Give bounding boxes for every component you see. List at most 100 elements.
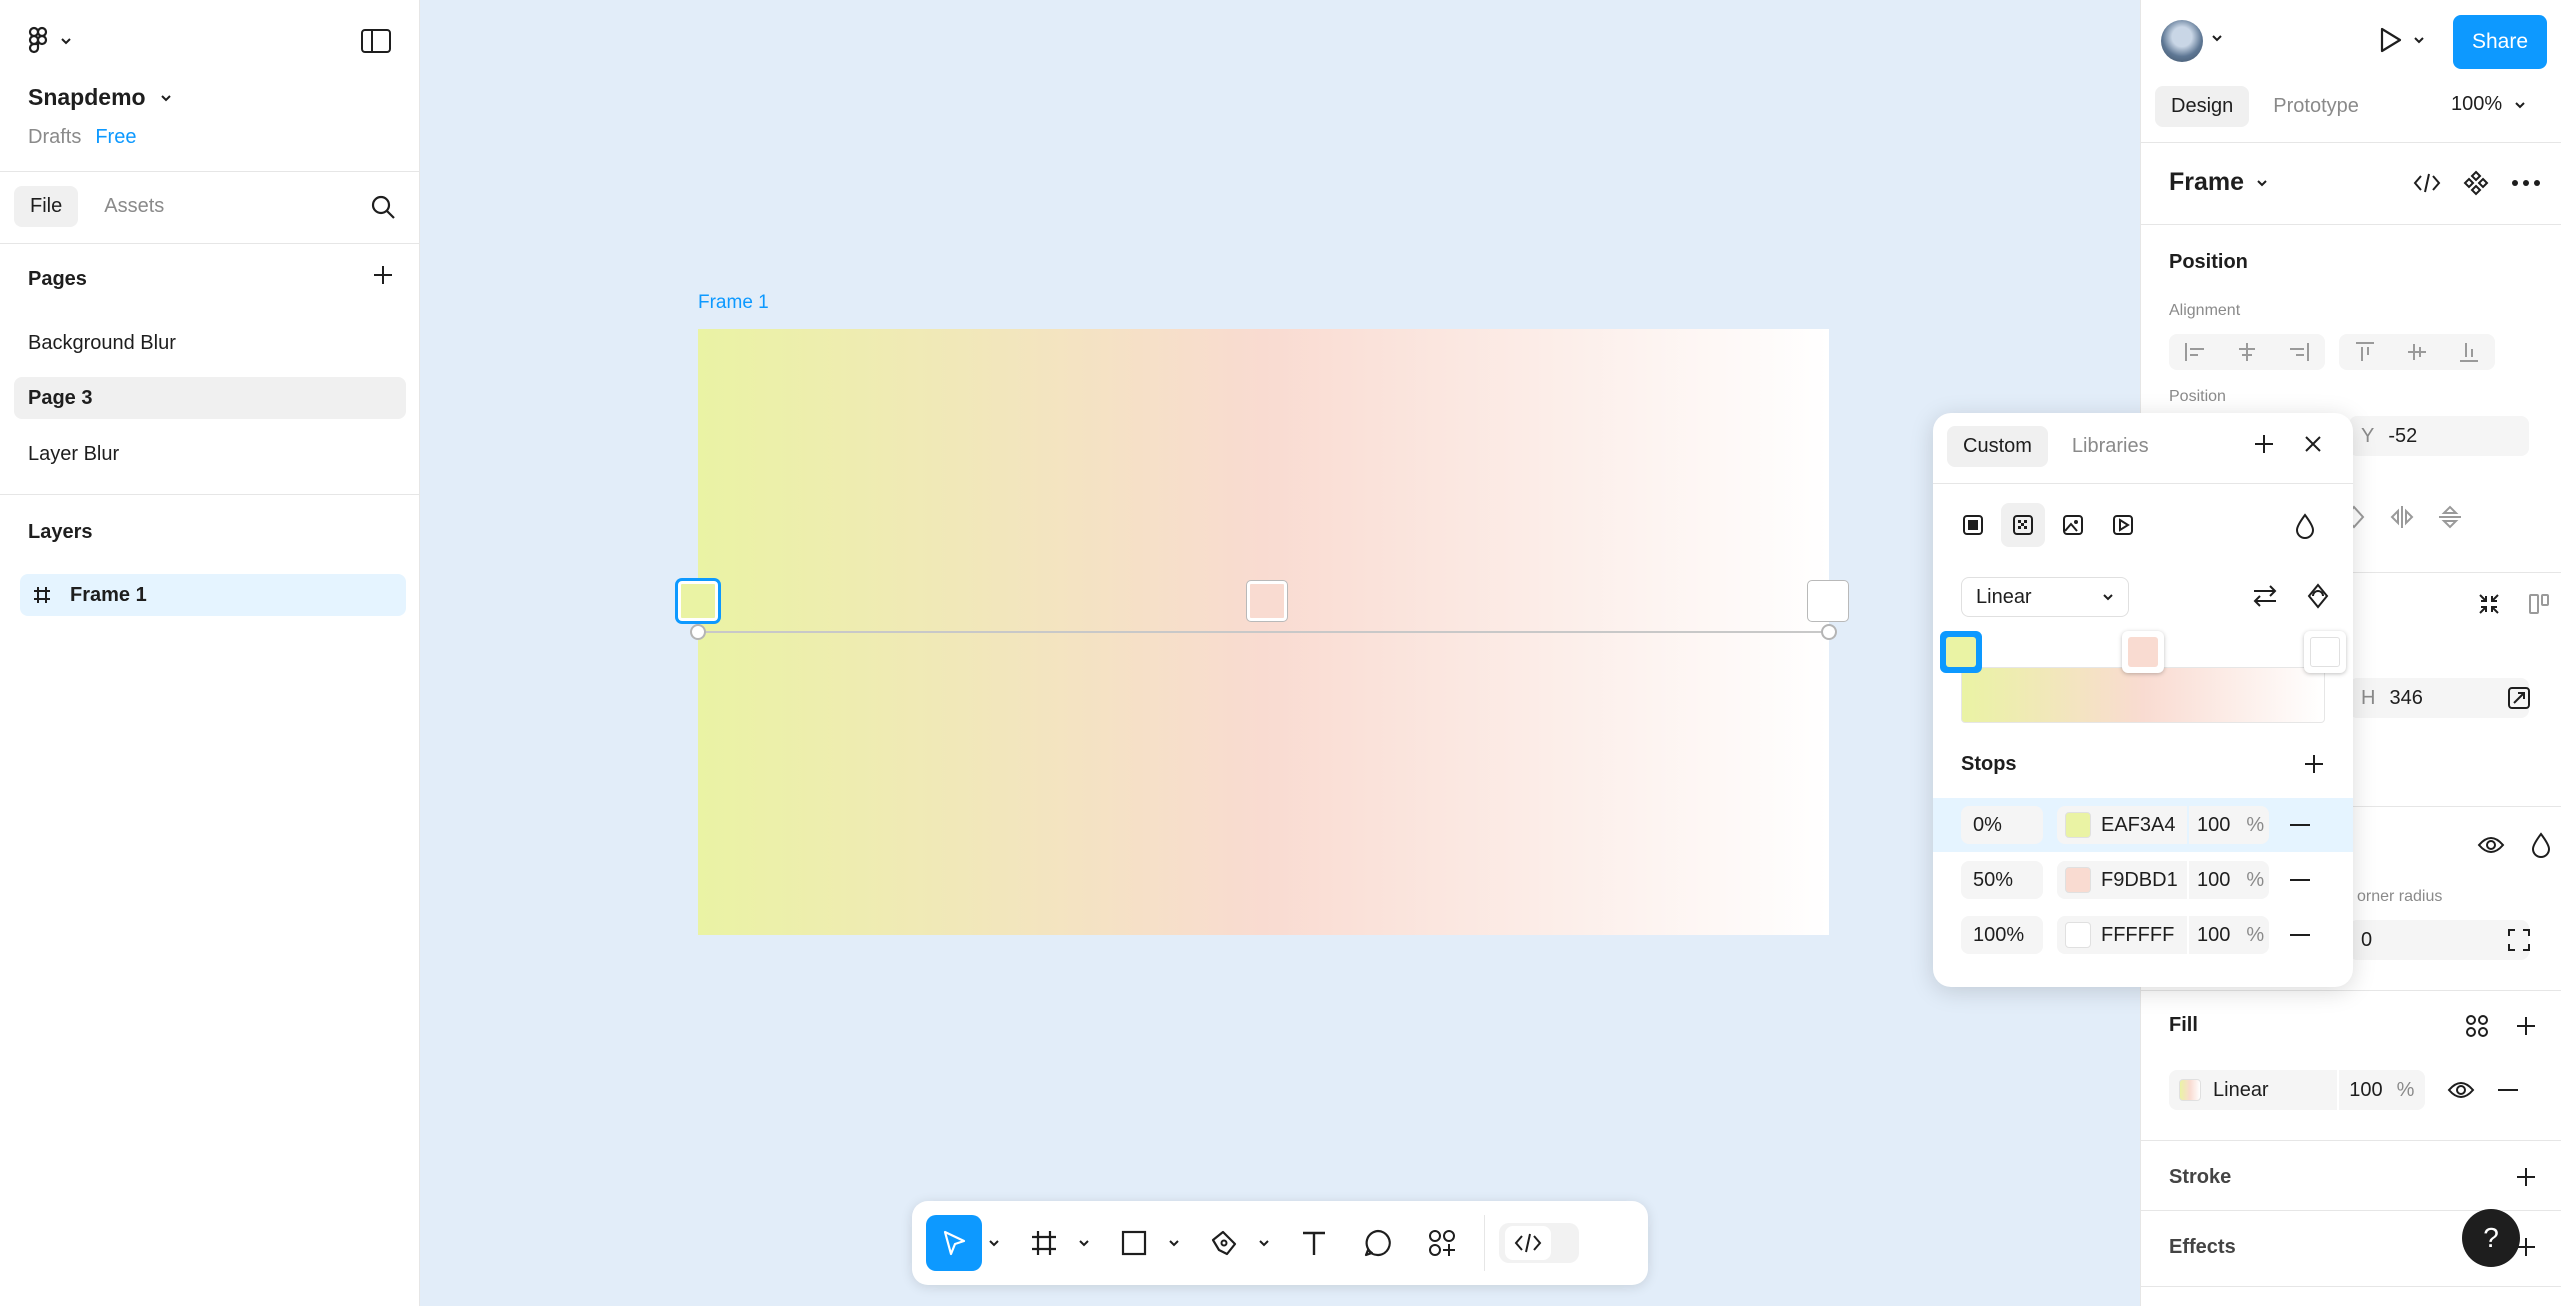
- stop-opacity-field[interactable]: 100 %: [2189, 806, 2269, 844]
- stop-color-field[interactable]: EAF3A4: [2057, 806, 2187, 844]
- stop-swatch[interactable]: [2065, 812, 2091, 838]
- frame-tool-button[interactable]: [1016, 1215, 1072, 1271]
- code-icon[interactable]: [2413, 170, 2441, 196]
- remove-fill-icon[interactable]: [2497, 1088, 2519, 1092]
- add-style-icon[interactable]: [2253, 433, 2275, 455]
- video-paint-button[interactable]: [2101, 503, 2145, 547]
- main-menu-button[interactable]: [28, 26, 72, 56]
- remove-stop-icon[interactable]: [2289, 933, 2311, 937]
- blend-drop-icon[interactable]: [2295, 513, 2315, 539]
- styles-icon[interactable]: [2465, 1014, 2489, 1038]
- gradient-type-dropdown[interactable]: Linear: [1961, 577, 2129, 617]
- canvas-stop-0[interactable]: [678, 581, 718, 621]
- frame-label[interactable]: Frame 1: [698, 292, 769, 314]
- blend-drop-icon[interactable]: [2531, 832, 2551, 858]
- tab-assets[interactable]: Assets: [88, 186, 180, 227]
- add-stroke-icon[interactable]: [2515, 1166, 2537, 1188]
- align-top-button[interactable]: [2339, 334, 2391, 370]
- frame-tool-menu[interactable]: [1072, 1239, 1096, 1247]
- add-fill-icon[interactable]: [2515, 1014, 2537, 1038]
- text-tool-button[interactable]: [1286, 1215, 1342, 1271]
- actions-tool-button[interactable]: [1414, 1215, 1470, 1271]
- share-button[interactable]: Share: [2453, 15, 2547, 69]
- shape-tool-button[interactable]: [1106, 1215, 1162, 1271]
- layer-item-frame-1[interactable]: Frame 1: [20, 574, 406, 616]
- align-middle-button[interactable]: [2391, 334, 2443, 370]
- shape-tool-menu[interactable]: [1162, 1239, 1186, 1247]
- chevron-down-icon[interactable]: [2211, 34, 2223, 42]
- component-icon[interactable]: [2463, 170, 2489, 196]
- tab-design[interactable]: Design: [2155, 86, 2250, 127]
- tab-prototype[interactable]: Prototype: [2257, 86, 2375, 127]
- gradient-end-handle[interactable]: [1821, 624, 1837, 640]
- fill-opacity-field[interactable]: 100 %: [2338, 1070, 2425, 1110]
- flip-horizontal-icon[interactable]: [2389, 504, 2415, 530]
- page-item-layer-blur[interactable]: Layer Blur: [14, 433, 406, 475]
- eye-icon[interactable]: [2477, 832, 2505, 858]
- auto-layout-icon[interactable]: [2527, 592, 2551, 616]
- picker-stop-0[interactable]: [1940, 631, 1982, 673]
- align-center-h-button[interactable]: [2221, 334, 2273, 370]
- image-paint-button[interactable]: [2051, 503, 2095, 547]
- search-icon[interactable]: [370, 194, 396, 220]
- help-button[interactable]: ?: [2462, 1209, 2520, 1267]
- dev-mode-toggle[interactable]: [1499, 1223, 1579, 1263]
- page-item-page-3[interactable]: Page 3: [14, 377, 406, 419]
- file-name[interactable]: Snapdemo: [28, 84, 172, 111]
- sidebar-toggle-icon[interactable]: [360, 28, 392, 54]
- gradient-start-handle[interactable]: [690, 624, 706, 640]
- picker-stop-100[interactable]: [2304, 631, 2346, 673]
- independent-corners-icon[interactable]: [2507, 928, 2531, 952]
- move-tool-menu[interactable]: [982, 1239, 1006, 1247]
- height-field[interactable]: H 346: [2349, 678, 2529, 718]
- tab-libraries[interactable]: Libraries: [2056, 426, 2165, 467]
- rotate-gradient-icon[interactable]: [2307, 583, 2329, 609]
- corner-radius-field[interactable]: 0: [2349, 920, 2529, 960]
- collapse-icon[interactable]: [2477, 592, 2501, 616]
- fill-type-field[interactable]: Linear: [2169, 1070, 2337, 1110]
- avatar[interactable]: [2161, 20, 2203, 62]
- stop-color-field[interactable]: F9DBD1: [2057, 861, 2187, 899]
- gradient-range[interactable]: [1961, 667, 2325, 723]
- stop-position-field[interactable]: 100%: [1961, 916, 2043, 954]
- flip-vertical-icon[interactable]: [2437, 504, 2463, 530]
- stop-position-field[interactable]: 50%: [1961, 861, 2043, 899]
- picker-stop-50[interactable]: [2122, 631, 2164, 673]
- stop-opacity-field[interactable]: 100 %: [2189, 916, 2269, 954]
- stop-color-field[interactable]: FFFFFF: [2057, 916, 2187, 954]
- page-item-background-blur[interactable]: Background Blur: [14, 322, 406, 364]
- stop-swatch[interactable]: [2065, 922, 2091, 948]
- present-button[interactable]: [2377, 26, 2425, 54]
- align-right-button[interactable]: [2273, 334, 2325, 370]
- solid-paint-button[interactable]: [1951, 503, 1995, 547]
- more-icon[interactable]: [2511, 170, 2541, 196]
- eye-icon[interactable]: [2447, 1080, 2475, 1100]
- constrain-icon[interactable]: [2507, 686, 2531, 710]
- file-location[interactable]: Drafts: [28, 126, 81, 149]
- gradient-paint-button[interactable]: [2001, 503, 2045, 547]
- y-position-field[interactable]: Y -52: [2349, 416, 2529, 456]
- tab-file[interactable]: File: [14, 186, 79, 227]
- canvas-stop-50[interactable]: [1247, 581, 1287, 621]
- stop-position-field[interactable]: 0%: [1961, 806, 2043, 844]
- canvas-stop-100[interactable]: [1808, 581, 1848, 621]
- stop-swatch[interactable]: [2065, 867, 2091, 893]
- pen-tool-menu[interactable]: [1252, 1239, 1276, 1247]
- remove-stop-icon[interactable]: [2289, 878, 2311, 882]
- fill-swatch[interactable]: [2179, 1079, 2201, 1101]
- move-tool-button[interactable]: [926, 1215, 982, 1271]
- add-stop-icon[interactable]: [2303, 753, 2325, 775]
- comment-tool-button[interactable]: [1350, 1215, 1406, 1271]
- tab-custom[interactable]: Custom: [1947, 426, 2048, 467]
- add-page-icon[interactable]: [372, 264, 394, 286]
- stop-opacity-field[interactable]: 100 %: [2189, 861, 2269, 899]
- remove-stop-icon[interactable]: [2289, 823, 2311, 827]
- align-bottom-button[interactable]: [2443, 334, 2495, 370]
- close-icon[interactable]: [2303, 433, 2323, 455]
- gradient-handle-line[interactable]: [698, 631, 1829, 633]
- plan-badge[interactable]: Free: [95, 126, 136, 149]
- selection-type-dropdown[interactable]: Frame: [2169, 168, 2268, 197]
- align-left-button[interactable]: [2169, 334, 2221, 370]
- swap-arrows-icon[interactable]: [2251, 583, 2279, 609]
- zoom-dropdown[interactable]: 100%: [2451, 93, 2526, 116]
